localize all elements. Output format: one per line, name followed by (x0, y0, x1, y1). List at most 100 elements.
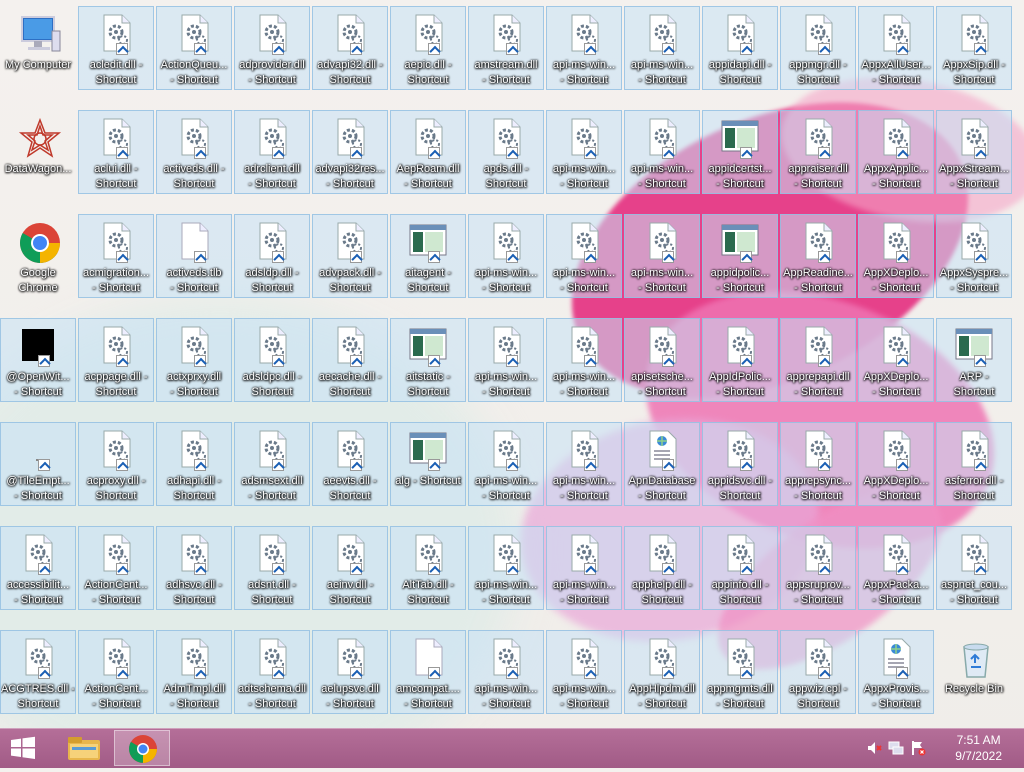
desktop-icon[interactable]: aeevts.dll - Shortcut (312, 422, 388, 506)
desktop[interactable]: My Computer acledit.dll - Shortcut ActionQ… (0, 0, 1024, 728)
volume-muted-icon[interactable] (866, 740, 882, 756)
desktop-icon[interactable]: My Computer (0, 6, 76, 90)
desktop-icon[interactable]: appwiz.cpl - Shortcut (780, 630, 856, 714)
file-explorer-icon[interactable] (56, 730, 112, 766)
desktop-icon[interactable]: api-ms-win... - Shortcut (468, 214, 544, 298)
desktop-icon[interactable]: amstream.dll - Shortcut (468, 6, 544, 90)
desktop-icon[interactable]: api-ms-win... - Shortcut (624, 6, 700, 90)
desktop-icon[interactable]: api-ms-win... - Shortcut (546, 630, 622, 714)
desktop-icon[interactable]: advpack.dll - Shortcut (312, 214, 388, 298)
desktop-icon[interactable]: apprepapi.dll - Shortcut (780, 318, 856, 402)
desktop-icon[interactable]: apprepsync... - Shortcut (780, 422, 856, 506)
desktop-icon[interactable]: AepRoam.dll - Shortcut (390, 110, 466, 194)
desktop-icon-label: aclui.dll - Shortcut (94, 163, 138, 190)
desktop-icon[interactable]: adprovider.dll - Shortcut (234, 6, 310, 90)
desktop-icon[interactable]: AppxAllUser... - Shortcut (858, 6, 934, 90)
desktop-icon[interactable]: api-ms-win... - Shortcut (546, 318, 622, 402)
desktop-icon[interactable]: api-ms-win... - Shortcut (468, 630, 544, 714)
desktop-icon[interactable]: aclui.dll - Shortcut (78, 110, 154, 194)
desktop-icon[interactable]: api-ms-win... - Shortcut (546, 214, 622, 298)
desktop-icon[interactable]: api-ms-win... - Shortcut (546, 422, 622, 506)
desktop-icon[interactable]: advapi32.dll - Shortcut (312, 6, 388, 90)
desktop-icon[interactable]: ApnDatabase - Shortcut (624, 422, 700, 506)
desktop-icon[interactable]: api-ms-win... - Shortcut (546, 6, 622, 90)
desktop-icon[interactable]: aepic.dll - Shortcut (390, 6, 466, 90)
desktop-icon[interactable]: actxprxy.dll - Shortcut (156, 318, 232, 402)
desktop-icon[interactable]: appidcertst... - Shortcut (702, 110, 778, 194)
desktop-icon[interactable]: adrclient.dll - Shortcut (234, 110, 310, 194)
desktop-icon[interactable]: activeds.tlb - Shortcut (156, 214, 232, 298)
desktop-icon[interactable]: appraiser.dll - Shortcut (780, 110, 856, 194)
desktop-icon[interactable]: accessibilit... - Shortcut (0, 526, 76, 610)
desktop-icon[interactable]: appmgr.dll - Shortcut (780, 6, 856, 90)
desktop-icon[interactable]: AppxPacka... - Shortcut (858, 526, 934, 610)
desktop-icon[interactable]: api-ms-win... - Shortcut (468, 526, 544, 610)
desktop-icon[interactable]: acmigration... - Shortcut (78, 214, 154, 298)
desktop-icon[interactable]: AppxApplic... - Shortcut (858, 110, 934, 194)
desktop-icon[interactable]: ACGTRES.dll - Shortcut (0, 630, 76, 714)
desktop-icon[interactable]: advapi32res... - Shortcut (312, 110, 388, 194)
desktop-icon[interactable]: api-ms-win... - Shortcut (468, 422, 544, 506)
desktop-icon[interactable]: api-ms-win... - Shortcut (546, 110, 622, 194)
desktop-icon[interactable]: appmgmts.dll - Shortcut (702, 630, 778, 714)
desktop-icon[interactable]: alg - Shortcut (390, 422, 466, 506)
desktop-icon[interactable]: api-ms-win... - Shortcut (624, 214, 700, 298)
desktop-icon[interactable]: asferror.dll - Shortcut (936, 422, 1012, 506)
desktop-icon[interactable]: aitagent - Shortcut (390, 214, 466, 298)
desktop-icon[interactable]: amcompat.... - Shortcut (390, 630, 466, 714)
desktop-icon[interactable]: api-ms-win... - Shortcut (624, 110, 700, 194)
desktop-icon[interactable]: AppxProvis... - Shortcut (858, 630, 934, 714)
desktop-icon[interactable]: appidpolic... - Shortcut (702, 214, 778, 298)
desktop-icon[interactable]: AppxSip.dll - Shortcut (936, 6, 1012, 90)
desktop-icon[interactable]: @OpenWit... - Shortcut (0, 318, 76, 402)
desktop-icon[interactable]: apds.dll - Shortcut (468, 110, 544, 194)
desktop-icon[interactable]: Google Chrome (0, 214, 76, 298)
desktop-icon[interactable]: adsmsext.dll - Shortcut (234, 422, 310, 506)
desktop-icon[interactable]: api-ms-win... - Shortcut (468, 318, 544, 402)
desktop-icon[interactable]: adtschema.dll - Shortcut (234, 630, 310, 714)
desktop-icon[interactable]: aeinv.dll - Shortcut (312, 526, 388, 610)
desktop-icon[interactable]: AppHlpdm.dll - Shortcut (624, 630, 700, 714)
desktop-icon[interactable]: AppXDeplo... - Shortcut (858, 214, 934, 298)
desktop-icon[interactable]: ActionQueu... - Shortcut (156, 6, 232, 90)
desktop-icon[interactable]: acledit.dll - Shortcut (78, 6, 154, 90)
network-icon[interactable] (888, 740, 904, 756)
desktop-icon[interactable]: apphelp.dll - Shortcut (624, 526, 700, 610)
desktop-icon[interactable]: aecache.dll - Shortcut (312, 318, 388, 402)
desktop-icon[interactable]: adhapi.dll - Shortcut (156, 422, 232, 506)
desktop-icon[interactable]: AppxSyspre... - Shortcut (936, 214, 1012, 298)
desktop-icon[interactable]: acppage.dll - Shortcut (78, 318, 154, 402)
desktop-icon[interactable]: acproxy.dll - Shortcut (78, 422, 154, 506)
desktop-icon[interactable]: appidapi.dll - Shortcut (702, 6, 778, 90)
desktop-icon[interactable]: appinfo.dll - Shortcut (702, 526, 778, 610)
desktop-icon[interactable]: AltTab.dll - Shortcut (390, 526, 466, 610)
windows-start-icon[interactable] (8, 736, 38, 760)
chrome-icon[interactable] (114, 730, 170, 766)
desktop-icon[interactable]: aspnet_cou... - Shortcut (936, 526, 1012, 610)
desktop-icon[interactable]: @TileEmpt... - Shortcut (0, 422, 76, 506)
desktop-icon[interactable]: AppReadine... - Shortcut (780, 214, 856, 298)
desktop-icon[interactable]: ActionCent... - Shortcut (78, 526, 154, 610)
action-center-flag-icon[interactable] (910, 740, 926, 756)
desktop-icon[interactable]: AppxStream... - Shortcut (936, 110, 1012, 194)
desktop-icon[interactable]: ARP - Shortcut (936, 318, 1012, 402)
desktop-icon[interactable]: activeds.dll - Shortcut (156, 110, 232, 194)
desktop-icon[interactable]: AppXDeplo... - Shortcut (858, 318, 934, 402)
desktop-icon[interactable]: appidsvc.dll - Shortcut (702, 422, 778, 506)
desktop-icon[interactable]: adsldp.dll - Shortcut (234, 214, 310, 298)
desktop-icon[interactable]: ActionCent... - Shortcut (78, 630, 154, 714)
desktop-icon[interactable]: adsldpc.dll - Shortcut (234, 318, 310, 402)
desktop-icon[interactable]: AppIdPolic... - Shortcut (702, 318, 778, 402)
clock[interactable]: 7:51 AM 9/7/2022 (955, 732, 1002, 764)
desktop-icon[interactable]: AppXDeplo... - Shortcut (858, 422, 934, 506)
desktop-icon[interactable]: adsnt.dll - Shortcut (234, 526, 310, 610)
desktop-icon[interactable]: apisetsche... - Shortcut (624, 318, 700, 402)
desktop-icon[interactable]: adhsvc.dll - Shortcut (156, 526, 232, 610)
desktop-icon[interactable]: aitstatic - Shortcut (390, 318, 466, 402)
desktop-icon[interactable]: Recycle Bin (936, 630, 1012, 714)
desktop-icon[interactable]: api-ms-win... - Shortcut (546, 526, 622, 610)
desktop-icon[interactable]: appsruprov... - Shortcut (780, 526, 856, 610)
desktop-icon[interactable]: AdmTmpl.dll - Shortcut (156, 630, 232, 714)
desktop-icon[interactable]: DataWagon... (0, 110, 76, 194)
desktop-icon[interactable]: aelupsvc.dll - Shortcut (312, 630, 388, 714)
